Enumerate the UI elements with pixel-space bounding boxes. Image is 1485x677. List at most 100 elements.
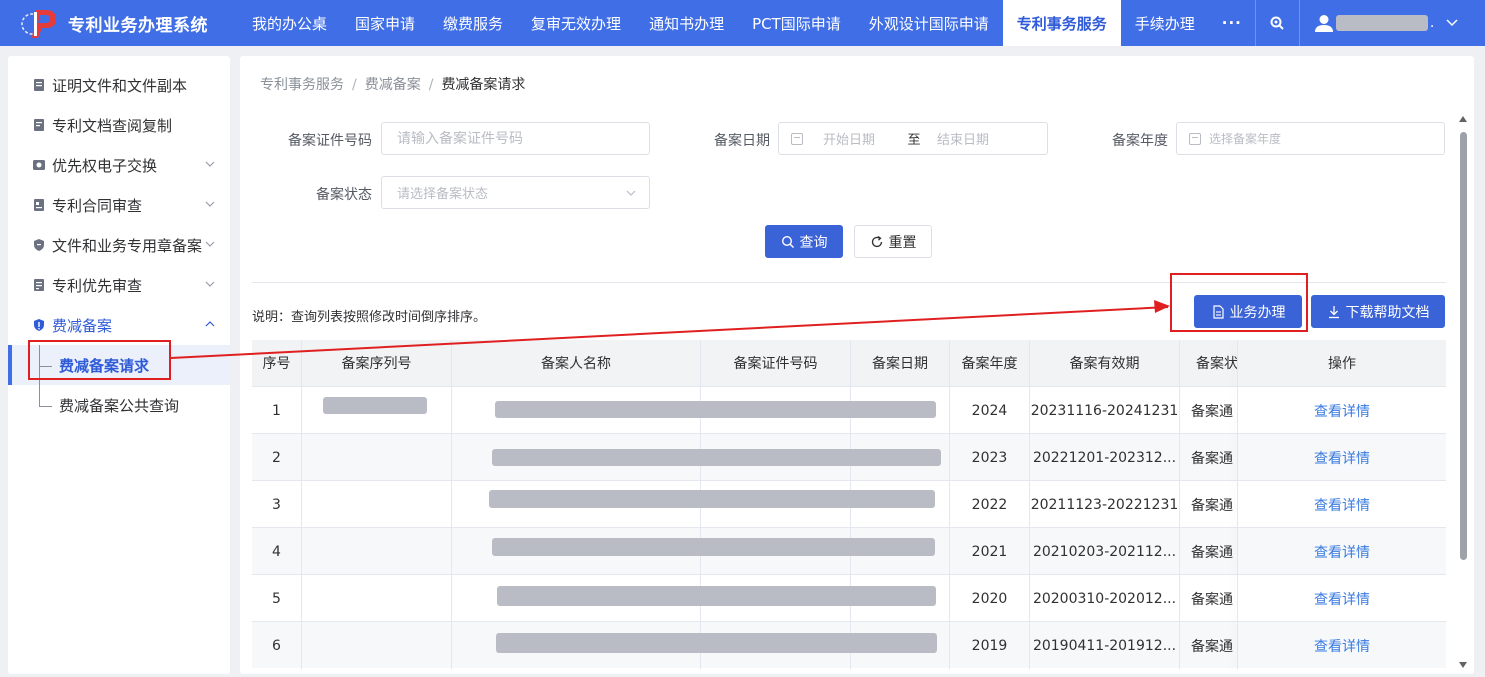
redacted-applicant xyxy=(496,633,937,653)
breadcrumb-item[interactable]: 专利事务服务 xyxy=(260,77,344,93)
date-end-placeholder[interactable]: 结束日期 xyxy=(937,129,989,148)
column-header: 备案证件号码 xyxy=(701,340,851,386)
view-details-link[interactable]: 查看详情 xyxy=(1314,401,1370,421)
scroll-down-arrow-icon[interactable] xyxy=(1459,662,1467,668)
validity-cell: 20200310-202012... xyxy=(1030,575,1180,622)
calendar-icon xyxy=(791,132,803,145)
sidebar-item-certificates[interactable]: 证明文件和文件副本 xyxy=(8,65,230,105)
user-menu[interactable]: . xyxy=(1298,0,1478,46)
column-header: 备案有效期 xyxy=(1030,340,1180,386)
review-icon xyxy=(32,278,46,292)
sidebar-item-priority-review[interactable]: 专利优先审查 xyxy=(8,265,230,305)
chevron-up-icon xyxy=(205,321,215,327)
filing-date-range[interactable]: 开始日期 至 结束日期 xyxy=(778,122,1048,155)
validity-cell: 20190411-201912... xyxy=(1030,622,1180,669)
chevron-down-icon xyxy=(205,241,215,247)
redacted-applicant xyxy=(497,586,936,606)
serial-cell xyxy=(302,528,452,575)
cert-number-field[interactable] xyxy=(397,130,649,147)
serial-cell xyxy=(302,622,452,669)
brand[interactable]: 专利业务办理系统 xyxy=(0,0,238,46)
reset-button[interactable]: 重置 xyxy=(854,225,932,258)
table-header: 序号 备案序列号 备案人名称 备案证件号码 备案日期 备案年度 备案有效期 备案… xyxy=(252,340,1446,386)
annotation-highlight-box xyxy=(28,340,171,380)
nav-item-national-application[interactable]: 国家申请 xyxy=(341,0,429,46)
row-index: 3 xyxy=(252,481,302,528)
nav-item-design-international[interactable]: 外观设计国际申请 xyxy=(855,0,1003,46)
view-details-link[interactable]: 查看详情 xyxy=(1314,448,1370,468)
view-details-link[interactable]: 查看详情 xyxy=(1314,589,1370,609)
view-details-link[interactable]: 查看详情 xyxy=(1314,495,1370,515)
avatar-icon xyxy=(1314,13,1334,33)
nav-item-notices[interactable]: 通知书办理 xyxy=(635,0,738,46)
status-cell: 备案通 xyxy=(1191,591,1233,608)
sidebar-item-contract-review[interactable]: 专利合同审查 xyxy=(8,185,230,225)
redacted-applicant xyxy=(495,401,936,418)
validity-cell: 20211123-20221231 xyxy=(1030,481,1180,528)
sidebar-item-label: 文件和业务专用章备案 xyxy=(52,236,203,255)
vertical-scrollbar[interactable] xyxy=(1457,116,1469,668)
annotation-highlight-box xyxy=(1170,273,1308,332)
table-row: 5 2020 20200310-202012... 备案通 查看详情 xyxy=(252,574,1446,622)
query-button[interactable]: 查询 xyxy=(765,225,843,258)
contract-icon xyxy=(32,198,46,212)
view-details-link[interactable]: 查看详情 xyxy=(1314,636,1370,656)
sidebar-item-label: 费减备案 xyxy=(52,316,113,335)
column-header: 备案状 xyxy=(1196,356,1237,372)
sidebar-item-priority-exchange[interactable]: 优先权电子交换 xyxy=(8,145,230,185)
status-cell: 备案通 xyxy=(1191,403,1233,420)
sidebar-item-seal-filing[interactable]: 文件和业务专用章备案 xyxy=(8,225,230,265)
chevron-down-icon xyxy=(205,161,215,167)
document-icon xyxy=(32,118,46,132)
table-row: 4 2021 20210203-202112... 备案通 查看详情 xyxy=(252,527,1446,575)
nav-item-patent-affairs[interactable]: 专利事务服务 xyxy=(1002,0,1121,46)
filing-status-select[interactable]: 请选择备案状态 xyxy=(381,176,650,209)
row-index: 6 xyxy=(252,622,302,669)
column-header: 序号 xyxy=(252,340,302,386)
sidebar-subitem-label: 费减备案公共查询 xyxy=(59,396,180,415)
document-icon xyxy=(32,78,46,92)
view-details-link[interactable]: 查看详情 xyxy=(1314,542,1370,562)
sidebar-item-fee-reduction[interactable]: 费减备案 xyxy=(8,305,230,345)
chevron-down-icon xyxy=(205,281,215,287)
exchange-icon xyxy=(32,158,46,172)
sidebar-item-label: 优先权电子交换 xyxy=(52,156,158,175)
nav-item-pct[interactable]: PCT国际申请 xyxy=(738,0,855,46)
nav-item-procedures[interactable]: 手续办理 xyxy=(1121,0,1209,46)
sidebar-item-document-copy[interactable]: 专利文档查阅复制 xyxy=(8,105,230,145)
cert-number-input[interactable] xyxy=(381,122,650,155)
filing-year-label: 备案年度 xyxy=(1112,133,1168,149)
redacted-applicant xyxy=(492,538,935,556)
year-cell: 2023 xyxy=(950,434,1030,481)
filing-status-placeholder: 请选择备案状态 xyxy=(397,187,489,202)
breadcrumb: 专利事务服务 / 费减备案 / 费减备案请求 xyxy=(260,74,525,94)
fixed-column-shadow xyxy=(1237,340,1238,674)
chevron-down-icon xyxy=(205,201,215,207)
top-nav-bar: 专利业务办理系统 我的办公桌 国家申请 缴费服务 复审无效办理 通知书办理 PC… xyxy=(0,0,1485,46)
calendar-icon xyxy=(1189,132,1201,145)
breadcrumb-separator: / xyxy=(352,77,357,93)
search-icon[interactable] xyxy=(1254,0,1299,46)
scroll-thumb[interactable] xyxy=(1460,132,1467,560)
table-row: 3 2022 20211123-20221231 备案通 查看详情 xyxy=(252,480,1446,528)
scroll-up-arrow-icon[interactable] xyxy=(1459,116,1467,122)
username-suffix: . xyxy=(1429,15,1435,31)
filing-status-label: 备案状态 xyxy=(316,187,372,203)
column-header: 操作 xyxy=(1237,340,1446,386)
nav-item-reexamination[interactable]: 复审无效办理 xyxy=(517,0,635,46)
redacted-applicant xyxy=(489,490,935,508)
nav-item-desk[interactable]: 我的办公桌 xyxy=(238,0,341,46)
download-help-button[interactable]: 下载帮助文档 xyxy=(1311,295,1445,328)
filing-year-placeholder: 选择备案年度 xyxy=(1209,132,1282,146)
validity-cell: 20210203-202112... xyxy=(1030,528,1180,575)
breadcrumb-item[interactable]: 费减备案 xyxy=(365,77,421,93)
filing-year-picker[interactable]: 选择备案年度 xyxy=(1176,122,1445,155)
sidebar-item-label: 专利优先审查 xyxy=(52,276,143,295)
redacted-applicant xyxy=(492,449,941,466)
date-start-placeholder[interactable]: 开始日期 xyxy=(823,129,899,148)
reset-button-label: 重置 xyxy=(888,234,917,251)
query-button-label: 查询 xyxy=(799,234,828,251)
nav-more-button[interactable]: ··· xyxy=(1209,0,1255,46)
nav-item-payment[interactable]: 缴费服务 xyxy=(429,0,517,46)
username-redacted xyxy=(1335,15,1428,31)
